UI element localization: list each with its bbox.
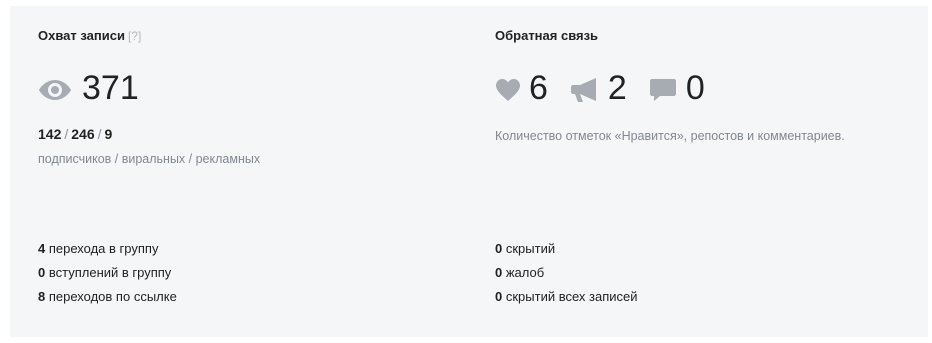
subscribers-count: 142	[38, 126, 62, 142]
reach-title-text: Охват записи	[38, 28, 125, 43]
megaphone-icon	[570, 78, 596, 102]
list-item: 0 скрытий	[495, 237, 638, 261]
reach-help-link[interactable]: [?]	[128, 29, 141, 43]
comment-icon	[649, 79, 676, 101]
detail-label: перехода в группу	[48, 241, 159, 256]
comments-count: 0	[685, 69, 705, 107]
list-item: 4 перехода в группу	[38, 237, 177, 261]
detail-label: переходов по ссылке	[48, 289, 177, 304]
separator: /	[64, 126, 69, 142]
reach-title: Охват записи [?]	[38, 28, 141, 43]
detail-value: 8	[38, 289, 46, 304]
reach-breakdown-values: 142/246/9	[38, 126, 112, 142]
separator: /	[97, 126, 102, 142]
list-item: 8 переходов по ссылке	[38, 285, 177, 309]
detail-label: скрытий	[505, 241, 556, 256]
detail-value: 4	[38, 241, 46, 256]
heart-icon	[496, 78, 520, 101]
detail-label: вступлений в группу	[48, 265, 172, 280]
viral-count: 246	[71, 126, 95, 142]
detail-value: 0	[38, 265, 46, 280]
ads-count: 9	[104, 126, 113, 142]
likes-count: 6	[529, 69, 548, 107]
detail-label: жалоб	[505, 265, 545, 280]
views-counter: 371	[38, 68, 139, 108]
detail-value: 0	[495, 241, 503, 256]
detail-label: скрытий всех записей	[505, 289, 638, 304]
reach-details-list: 4 перехода в группу 0 вступлений в групп…	[38, 237, 177, 309]
feedback-counters: 6 2 0	[495, 68, 705, 108]
feedback-title: Обратная связь	[495, 28, 599, 43]
detail-value: 0	[495, 265, 503, 280]
reach-breakdown-label: подписчиков / виральных / рекламных	[38, 152, 261, 166]
list-item: 0 жалоб	[495, 261, 638, 285]
list-item: 0 вступлений в группу	[38, 261, 177, 285]
list-item: 0 скрытий всех записей	[495, 285, 638, 309]
feedback-description: Количество отметок «Нравится», репостов …	[495, 129, 845, 143]
reposts-count: 2	[607, 69, 627, 107]
views-count: 371	[82, 69, 139, 107]
eye-icon	[39, 80, 71, 100]
post-stats-panel: Охват записи [?] 371 142/246/9 подписчико…	[10, 6, 928, 337]
feedback-details-list: 0 скрытий 0 жалоб 0 скрытий всех записей	[495, 237, 638, 309]
detail-value: 0	[495, 289, 503, 304]
